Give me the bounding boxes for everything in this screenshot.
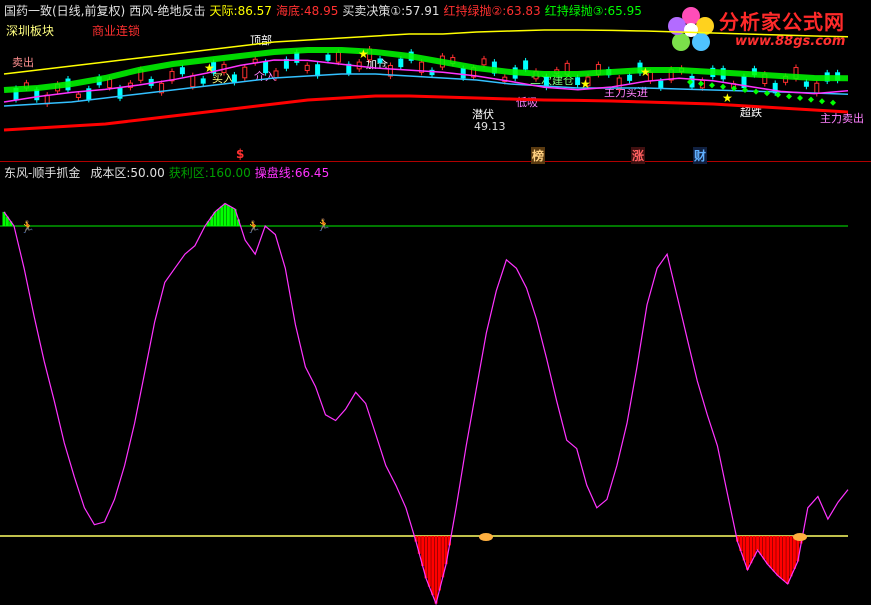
runner-icon: 🏃 xyxy=(20,220,35,234)
green-diamond-marker xyxy=(720,83,726,90)
candle-body xyxy=(658,80,664,89)
candle-body xyxy=(107,78,113,89)
gold-ingot-icon xyxy=(793,533,807,541)
candle-body xyxy=(179,67,185,75)
oscillator-red-bar xyxy=(779,536,783,579)
oscillator-red-bar xyxy=(782,536,786,582)
candle-body xyxy=(75,93,81,99)
oscillator-green-bar xyxy=(220,206,224,226)
candle-body xyxy=(575,77,581,85)
green-diamond-marker xyxy=(808,96,814,103)
oscillator-red-bar xyxy=(762,536,766,560)
green-diamond-marker xyxy=(753,88,759,95)
gold-ingot-icon xyxy=(479,533,493,541)
candle-body xyxy=(273,70,279,79)
candle-body xyxy=(200,78,206,84)
candle-body xyxy=(460,68,466,79)
star-marker: ★ xyxy=(640,65,651,79)
oscillator-red-bar xyxy=(434,536,438,604)
oscillator-green-bar xyxy=(216,209,220,226)
oscillator-red-bar xyxy=(786,536,790,584)
candle-body xyxy=(335,51,341,63)
green-diamond-marker xyxy=(786,93,792,100)
oscillator-red-bar xyxy=(746,536,750,570)
oscillator-red-bar xyxy=(431,536,435,596)
oscillator-red-bar xyxy=(756,536,760,551)
oscillator-green-bar xyxy=(230,207,234,226)
oscillator-red-bar xyxy=(759,536,763,555)
green-diamond-marker xyxy=(709,82,715,89)
candle-body xyxy=(814,82,820,95)
candle-body xyxy=(315,64,321,77)
oscillator-red-bar xyxy=(789,536,793,577)
oscillator-red-bar xyxy=(769,536,773,568)
chart-canvas: ★ ★ ★ ★ ★ 🏃 🏃 🏃 xyxy=(0,29,849,605)
candle-body xyxy=(627,74,633,81)
star-marker: ★ xyxy=(358,47,369,61)
star-marker: ★ xyxy=(580,77,591,91)
candle-body xyxy=(398,58,404,68)
candle-body xyxy=(44,94,50,105)
candle-body xyxy=(263,61,269,74)
oscillator-red-bar xyxy=(424,536,428,579)
candle-body xyxy=(304,64,310,72)
candle-body xyxy=(803,81,809,87)
oscillator-green-bar xyxy=(223,203,227,226)
oscillator-green-bar xyxy=(226,205,230,226)
oscillator-red-bar xyxy=(772,536,776,572)
oscillator-red-bar xyxy=(749,536,753,564)
price-series-1-line xyxy=(3,29,849,75)
star-marker: ★ xyxy=(204,61,215,75)
green-diamond-marker xyxy=(819,98,825,105)
candle-body xyxy=(481,58,487,66)
candle-body xyxy=(523,60,529,70)
candle-body xyxy=(231,74,237,83)
green-diamond-marker xyxy=(797,95,803,101)
star-marker: ★ xyxy=(722,91,733,105)
candle-body xyxy=(325,54,331,61)
oscillator-red-bar xyxy=(792,536,796,569)
runner-icon: 🏃 xyxy=(246,220,261,234)
oscillator-red-bar xyxy=(437,536,441,591)
oscillator-red-bar xyxy=(776,536,780,576)
runner-icon: 🏃 xyxy=(316,218,331,232)
green-diamond-marker xyxy=(830,99,836,106)
candle-body xyxy=(190,75,196,88)
candle-body xyxy=(242,66,248,79)
candle-body xyxy=(377,58,383,63)
oscillator-red-bar xyxy=(427,536,431,587)
oscillator-red-bar xyxy=(766,536,770,565)
candle-body xyxy=(34,89,40,101)
